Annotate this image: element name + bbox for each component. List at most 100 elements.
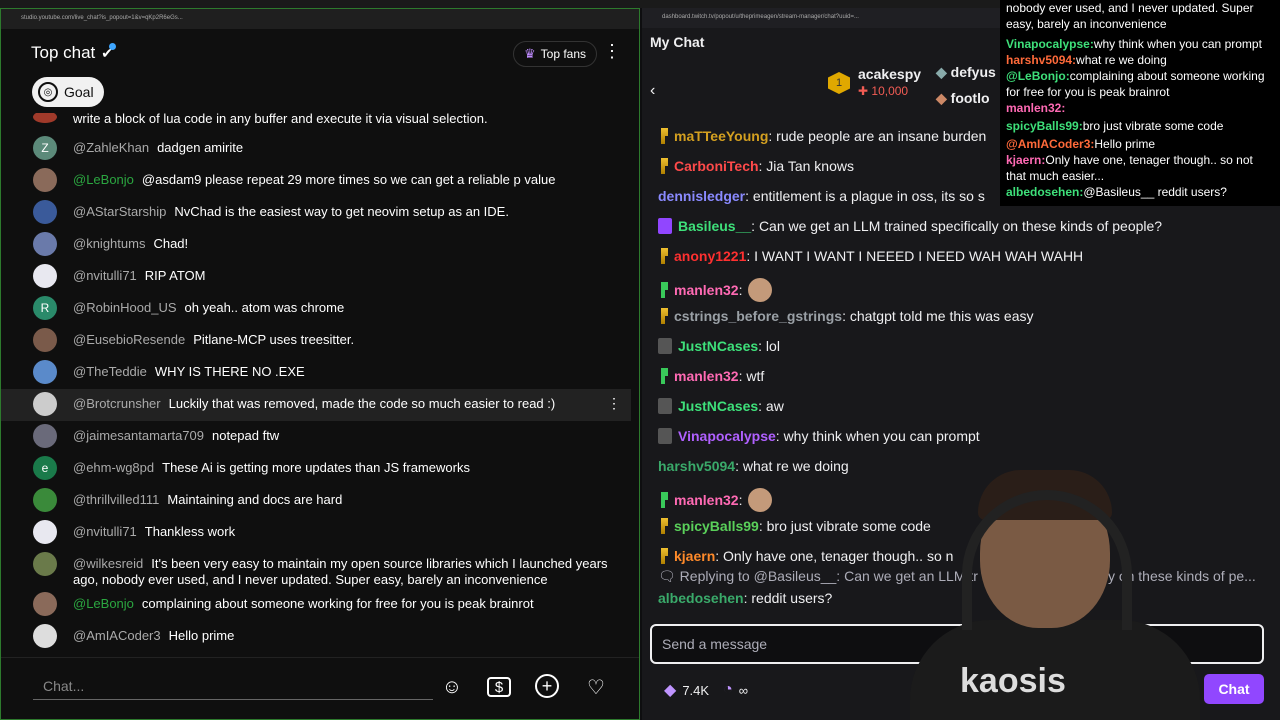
message-user[interactable]: harshv5094 <box>658 458 735 474</box>
message-user[interactable]: @nvitulli71 <box>73 268 137 283</box>
list-item[interactable]: @nvitulli71 Thankless work <box>1 517 631 549</box>
list-item[interactable]: e @ehm-wg8pd These Ai is getting more upda… <box>1 453 631 485</box>
user-badge-icon[interactable] <box>661 282 668 298</box>
list-item[interactable]: @jaimesantamarta709 notepad ftw <box>1 421 631 453</box>
user-badge-icon[interactable] <box>661 492 668 508</box>
message-user[interactable]: @TheTeddie <box>73 364 147 379</box>
user-badge-icon[interactable] <box>661 158 668 174</box>
list-item[interactable]: @knightums Chad! <box>1 229 631 261</box>
avatar[interactable] <box>33 592 57 616</box>
user-badge-icon[interactable] <box>661 308 668 324</box>
message-user[interactable]: @knightums <box>73 236 145 251</box>
avatar[interactable] <box>33 360 57 384</box>
avatar[interactable] <box>33 624 57 648</box>
chevron-left-icon[interactable]: ‹ <box>650 82 655 100</box>
message-text: @AStarStarship NvChad is the easiest way … <box>73 197 613 220</box>
message-user[interactable]: kjaern <box>674 548 715 564</box>
avatar[interactable] <box>33 168 57 192</box>
list-item[interactable]: @Brotcrunsher Luckily that was removed, m… <box>1 389 631 421</box>
channel-points[interactable]: ◆ 7.4K ◔ ∞ <box>664 680 748 700</box>
list-item[interactable]: @TheTeddie WHY IS THERE NO .EXE <box>1 357 631 389</box>
message-menu-icon[interactable]: ⋮ <box>607 395 621 412</box>
avatar[interactable] <box>33 552 57 576</box>
leaderboard-first[interactable]: 1 acakespy ✚ 10,000 <box>828 66 921 98</box>
avatar[interactable] <box>33 392 57 416</box>
avatar[interactable] <box>33 200 57 224</box>
message-user[interactable]: dennisledger <box>658 188 745 204</box>
message-user[interactable]: @wilkesreid <box>73 556 143 571</box>
message-user[interactable]: manlen32 <box>674 492 739 508</box>
avatar[interactable] <box>33 520 57 544</box>
message-user[interactable]: Vinapocalypse <box>678 428 776 444</box>
message-user[interactable]: @thrillvilled111 <box>73 492 159 507</box>
goal-button[interactable]: ◎ Goal <box>32 77 104 107</box>
more-options-icon[interactable]: ⋮ <box>603 41 621 62</box>
top-fans-button[interactable]: ♛ Top fans <box>513 41 598 67</box>
chat-button[interactable]: Chat <box>1204 674 1264 704</box>
user-badge-icon[interactable] <box>661 248 668 264</box>
message-user[interactable]: maTTeeYoung <box>674 128 768 144</box>
message-user[interactable]: @LeBonjo <box>73 596 134 611</box>
message-user[interactable]: CarboniTech <box>674 158 759 174</box>
avatar[interactable]: e <box>33 456 57 480</box>
message-user[interactable]: @Brotcrunsher <box>73 396 161 411</box>
message-user[interactable]: albedosehen <box>658 590 744 606</box>
avatar[interactable] <box>33 424 57 448</box>
user-badge-icon[interactable] <box>658 428 672 444</box>
message-user[interactable]: spicyBalls99 <box>674 518 759 534</box>
avatar[interactable] <box>33 264 57 288</box>
list-item[interactable]: @thrillvilled111 Maintaining and docs are… <box>1 485 631 517</box>
avatar[interactable]: Z <box>33 136 57 160</box>
user-badge-icon[interactable] <box>661 548 668 564</box>
message-user[interactable]: @AStarStarship <box>73 204 166 219</box>
message-user[interactable]: JustNCases <box>678 398 758 414</box>
overlay-text: @Basileus__ reddit users? <box>1083 185 1227 199</box>
avatar[interactable] <box>33 328 57 352</box>
emoji-icon[interactable]: ☺ <box>439 674 465 700</box>
heart-icon[interactable]: ♡ <box>583 674 609 700</box>
message-user[interactable]: @ZahleKhan <box>73 140 149 155</box>
message-user[interactable]: @AmIACoder3 <box>73 628 161 643</box>
message-user[interactable]: anony1221 <box>674 248 746 264</box>
message-user[interactable]: JustNCases <box>678 338 758 354</box>
message-user[interactable]: manlen32 <box>674 282 739 298</box>
avatar[interactable] <box>33 232 57 256</box>
list-item[interactable]: Z @ZahleKhan dadgen amirite <box>1 133 631 165</box>
message-user[interactable]: @jaimesantamarta709 <box>73 428 204 443</box>
user-badge-icon[interactable] <box>661 518 668 534</box>
list-item[interactable]: @nvitulli71 RIP ATOM <box>1 261 631 293</box>
list-item[interactable]: @AStarStarship NvChad is the easiest way … <box>1 197 631 229</box>
message-user[interactable]: cstrings_before_gstrings <box>674 308 842 324</box>
super-chat-icon[interactable]: $ <box>487 677 511 697</box>
avatar[interactable]: R <box>33 296 57 320</box>
message-user[interactable]: @nvitulli71 <box>73 524 137 539</box>
list-item[interactable]: @EusebioResende Pitlane-MCP uses treesitt… <box>1 325 631 357</box>
list-item[interactable]: @LeBonjo complaining about someone workin… <box>1 589 631 621</box>
add-icon[interactable]: + <box>535 674 559 698</box>
youtube-url-bar[interactable]: studio.youtube.com/live_chat?is_popout=1… <box>1 9 639 29</box>
user-badge-icon[interactable] <box>658 398 672 414</box>
message-user[interactable]: Basileus__ <box>678 218 751 234</box>
list-item[interactable]: @wilkesreid It's been very easy to mainta… <box>1 549 631 589</box>
message-user[interactable]: @EusebioResende <box>73 332 185 347</box>
avatar[interactable] <box>33 488 57 512</box>
list-item[interactable]: R @RobinHood_US oh yeah.. atom was chrome <box>1 293 631 325</box>
overlay-text: Hello prime <box>1094 137 1156 151</box>
leaderboard-third[interactable]: ◆ footlo <box>936 90 990 107</box>
youtube-message-list[interactable]: write a block of lua code in any buffer … <box>1 113 639 657</box>
chat-message: JustNCases: lol <box>658 338 780 354</box>
message-user[interactable]: manlen32 <box>674 368 739 384</box>
message-body: These Ai is getting more updates than JS… <box>162 460 470 475</box>
list-item[interactable]: @LeBonjo @asdam9 please repeat 29 more ti… <box>1 165 631 197</box>
message-user[interactable]: @RobinHood_US <box>73 300 177 315</box>
message-user[interactable]: @ehm-wg8pd <box>73 460 154 475</box>
user-badge-icon[interactable] <box>658 218 672 234</box>
list-item[interactable]: @AmIACoder3 Hello prime <box>1 621 631 653</box>
chat-input[interactable]: Chat... <box>33 672 433 700</box>
leaderboard-second[interactable]: ◆ defyus <box>936 64 996 81</box>
top-chat-dropdown[interactable]: Top chat ✔ <box>31 43 113 63</box>
message-user[interactable]: @LeBonjo <box>73 172 134 187</box>
user-badge-icon[interactable] <box>661 368 668 384</box>
user-badge-icon[interactable] <box>661 128 668 144</box>
user-badge-icon[interactable] <box>658 338 672 354</box>
